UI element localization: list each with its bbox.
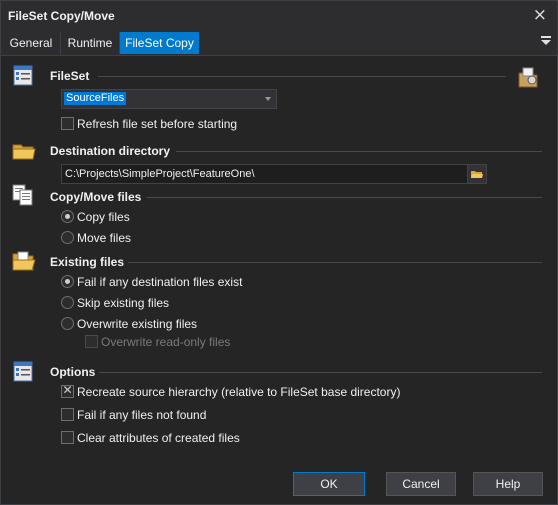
tab-fileset-copy[interactable]: FileSet Copy — [120, 32, 199, 54]
clear-attributes-label: Clear attributes of created files — [77, 431, 240, 445]
check-x-icon: ✕ — [62, 383, 73, 397]
fail-if-exist-radio[interactable] — [61, 275, 74, 288]
recreate-hierarchy-checkbox[interactable]: ✕ — [61, 383, 74, 398]
folder-icon — [12, 144, 36, 160]
chevron-down-icon — [265, 97, 271, 101]
existing-files-heading: Existing files — [50, 255, 125, 269]
window-title: FileSet Copy/Move — [8, 9, 115, 23]
fail-not-found-checkbox[interactable] — [61, 408, 74, 421]
move-files-label: Move files — [77, 231, 132, 245]
radio-selected-dot — [65, 279, 70, 284]
options-icon — [13, 361, 33, 382]
copy-files-radio[interactable] — [61, 210, 74, 223]
clear-attributes-checkbox[interactable] — [61, 431, 74, 444]
existing-files-folder-icon — [12, 251, 36, 271]
move-files-radio[interactable] — [61, 231, 74, 244]
overwrite-existing-label: Overwrite existing files — [77, 317, 198, 331]
options-divider — [99, 372, 542, 373]
overwrite-readonly-checkbox[interactable] — [85, 335, 98, 348]
recreate-hierarchy-label: Recreate source hierarchy (relative to F… — [77, 385, 401, 399]
fail-not-found-label: Fail if any files not found — [77, 408, 207, 422]
tab-general[interactable]: General — [2, 32, 61, 54]
title-bar: FileSet Copy/Move × — [1, 1, 557, 30]
tab-overflow-menu-icon[interactable] — [541, 36, 551, 48]
dialog-window: FileSet Copy/Move × General Runtime File… — [0, 0, 558, 505]
skip-existing-label: Skip existing files — [77, 296, 170, 310]
refresh-fileset-checkbox[interactable] — [61, 117, 74, 130]
copy-files-icon — [12, 184, 33, 206]
fileset-selected-value: SourceFiles — [64, 92, 127, 105]
ok-button[interactable]: OK — [293, 472, 365, 496]
tab-bar: General Runtime FileSet Copy — [1, 30, 557, 56]
destination-directory-input[interactable]: C:\Projects\SimpleProject\FeatureOne\ — [61, 164, 471, 184]
browse-folder-button[interactable] — [467, 164, 487, 184]
overwrite-readonly-label: Overwrite read-only files — [101, 335, 231, 349]
fail-if-exist-label: Fail if any destination files exist — [77, 275, 243, 289]
existing-files-divider — [128, 262, 542, 263]
copy-files-label: Copy files — [77, 210, 130, 224]
folder-open-icon — [471, 171, 483, 178]
overwrite-existing-radio[interactable] — [61, 317, 74, 330]
copy-move-heading: Copy/Move files — [50, 190, 142, 204]
destination-heading: Destination directory — [50, 144, 171, 158]
close-icon[interactable]: × — [533, 5, 547, 25]
help-button[interactable]: Help — [473, 472, 543, 496]
fileset-divider — [98, 76, 506, 77]
cancel-button[interactable]: Cancel — [386, 472, 456, 496]
radio-selected-dot — [65, 214, 70, 219]
destination-divider — [176, 151, 542, 152]
fileset-dropdown[interactable]: SourceFiles — [61, 89, 277, 109]
fileset-heading: FileSet — [50, 69, 90, 83]
fileset-manager-icon[interactable] — [515, 64, 541, 90]
copy-move-divider — [147, 197, 542, 198]
refresh-fileset-label: Refresh file set before starting — [77, 117, 238, 131]
options-heading: Options — [50, 365, 96, 379]
fileset-icon — [13, 65, 33, 86]
skip-existing-radio[interactable] — [61, 296, 74, 309]
tab-runtime[interactable]: Runtime — [61, 32, 120, 54]
